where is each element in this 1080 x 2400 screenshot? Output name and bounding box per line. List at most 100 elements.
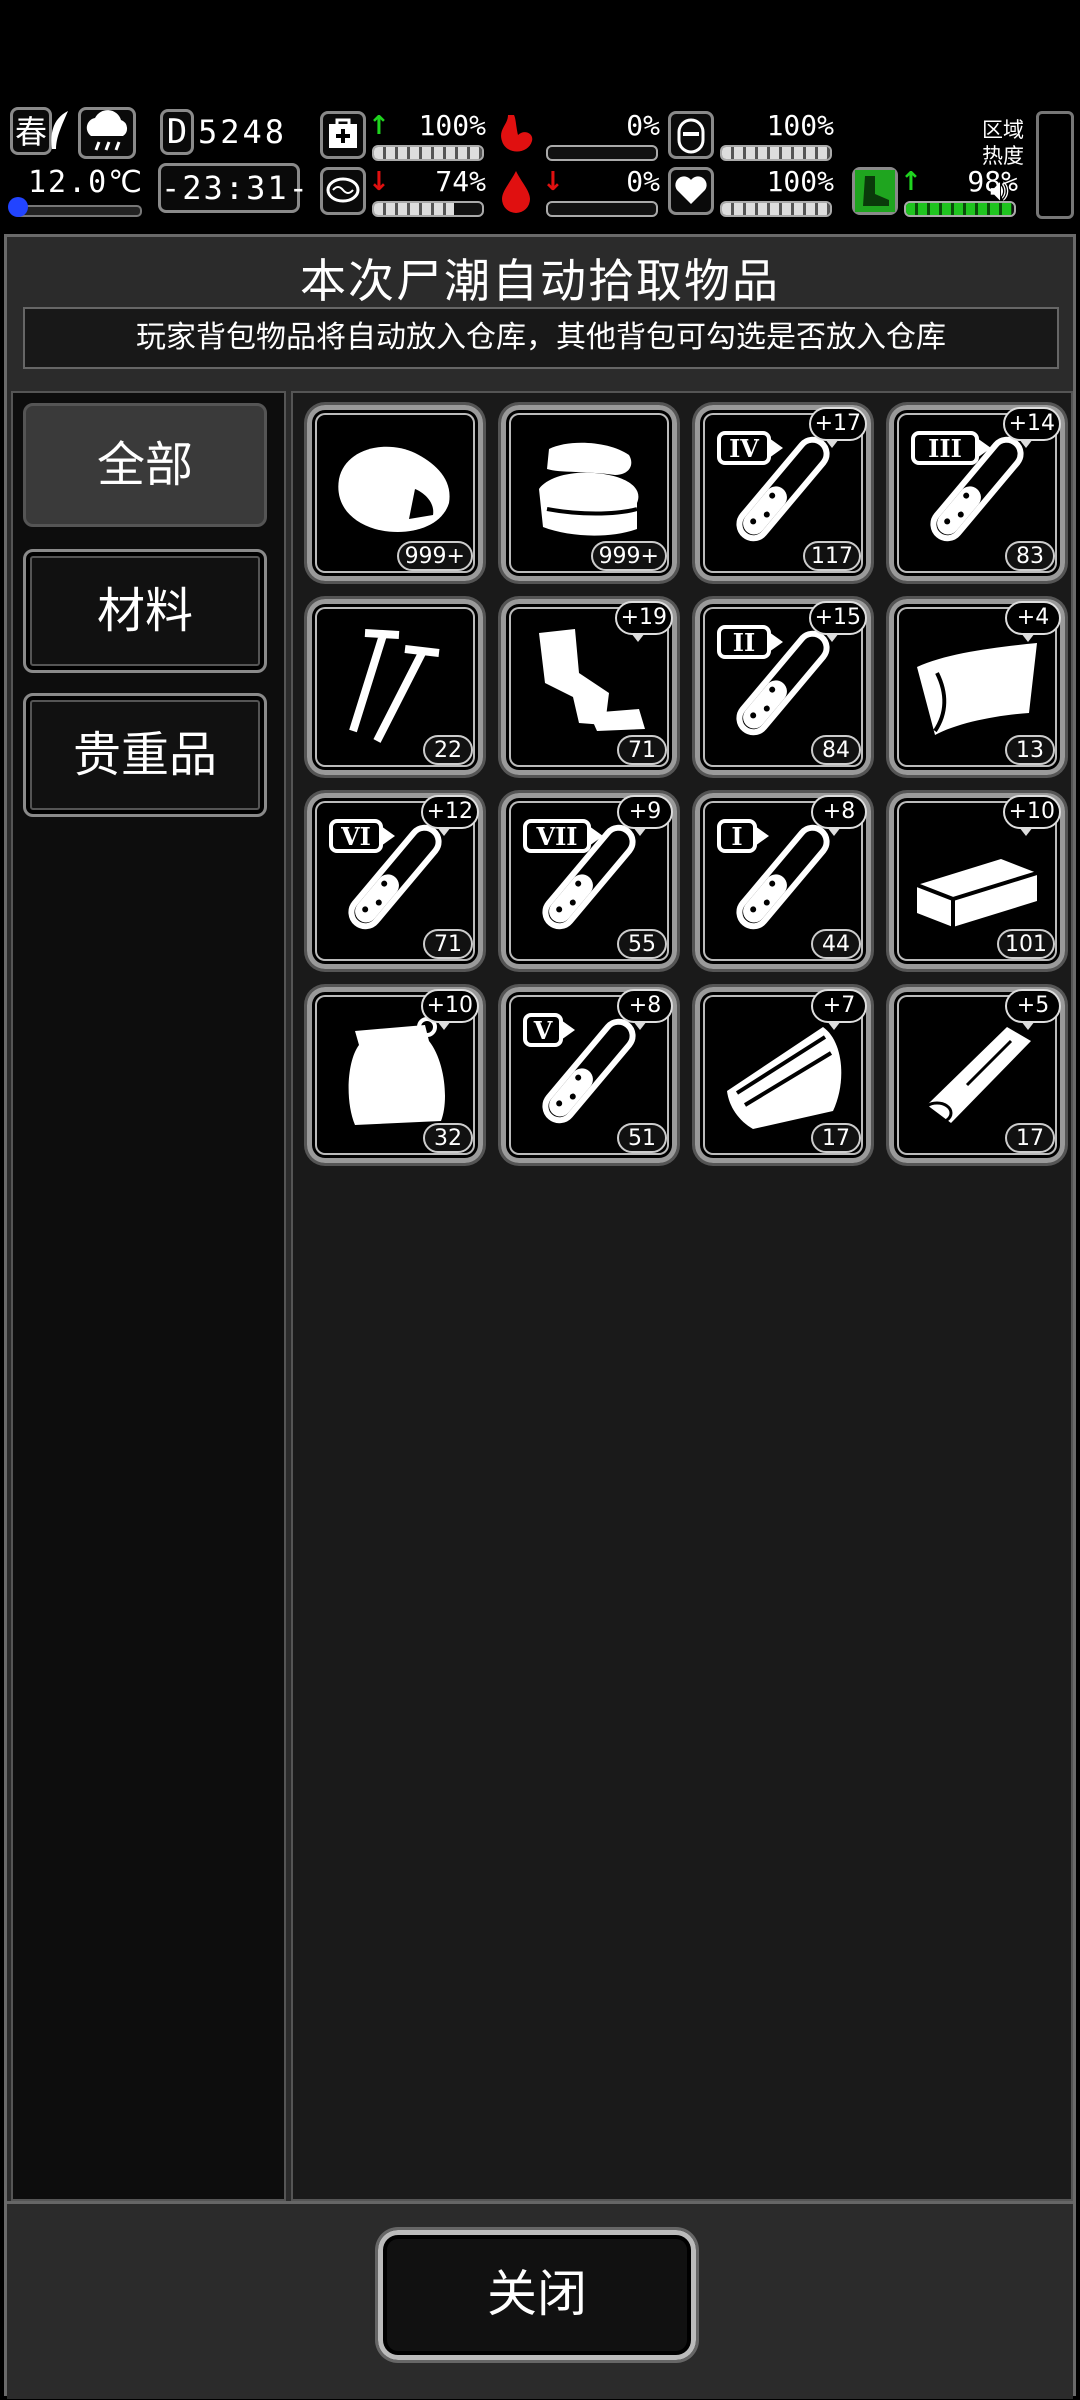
item-slot[interactable]: +5 17 bbox=[889, 987, 1065, 1163]
item-bonus-badge: +14 bbox=[1002, 407, 1061, 448]
item-slot[interactable]: III +14 83 bbox=[889, 405, 1065, 581]
arrow-up-icon: ↑ bbox=[900, 167, 922, 197]
item-grid: 999+ 999+ IV +17 117 III +14 83 22 +19 71 II +15 84 +4… bbox=[291, 391, 1073, 2201]
day-counter: 5248 bbox=[198, 113, 288, 151]
item-count-badge: 17 bbox=[811, 1123, 861, 1153]
brain-stat: ↓ 74% bbox=[320, 165, 490, 219]
item-slot[interactable]: +10 32 bbox=[307, 987, 483, 1163]
item-bonus-badge: +10 bbox=[420, 989, 479, 1030]
shield-percent: 100% bbox=[766, 109, 834, 142]
heat-label: 热度 bbox=[982, 144, 1024, 168]
item-count-badge: 71 bbox=[617, 735, 667, 765]
item-count-badge: 51 bbox=[617, 1123, 667, 1153]
item-count-badge: 101 bbox=[997, 929, 1055, 959]
item-count-badge: 999+ bbox=[590, 541, 667, 571]
item-count-badge: 117 bbox=[803, 541, 861, 571]
item-bonus-badge: +19 bbox=[614, 601, 673, 642]
item-count-badge: 17 bbox=[1005, 1123, 1055, 1153]
item-bonus-badge: +8 bbox=[811, 795, 867, 836]
arrow-up-icon: ↑ bbox=[368, 111, 390, 141]
item-count-badge: 83 bbox=[1005, 541, 1055, 571]
item-count-badge: 84 bbox=[811, 735, 861, 765]
svg-text:IV: IV bbox=[729, 434, 759, 463]
feather-icon bbox=[48, 109, 72, 153]
auto-pickup-dialog: 本次尸潮自动拾取物品 玩家背包物品将自动放入仓库，其他背包可勾选是否放入仓库 全… bbox=[4, 234, 1076, 2399]
blood-stat: ↓ 0% bbox=[494, 165, 664, 219]
svg-text:VI: VI bbox=[340, 822, 371, 851]
stomach-stat: 0% bbox=[494, 109, 664, 163]
health-percent: 100% bbox=[418, 109, 486, 142]
arrow-down-icon: ↓ bbox=[542, 167, 564, 197]
item-count-badge: 13 bbox=[1005, 735, 1055, 765]
category-sidebar: 全部 材料 贵重品 bbox=[11, 391, 286, 2201]
item-slot[interactable]: +7 17 bbox=[695, 987, 871, 1163]
item-count-badge: 44 bbox=[811, 929, 861, 959]
item-bonus-badge: +12 bbox=[420, 795, 479, 836]
status-hud: 春 12.0℃ D 5248 -23:31- ↑ 100% 0% 100% ↓ 74% ↓ 0… bbox=[0, 105, 1080, 223]
item-slot[interactable]: IV +17 117 bbox=[695, 405, 871, 581]
shield-bar bbox=[720, 145, 832, 161]
brain-icon bbox=[320, 167, 366, 215]
stomach-percent: 0% bbox=[626, 109, 660, 142]
heart-percent: 100% bbox=[766, 165, 834, 198]
dialog-title: 本次尸潮自动拾取物品 bbox=[300, 254, 780, 308]
item-count-badge: 55 bbox=[617, 929, 667, 959]
item-slot[interactable]: 22 bbox=[307, 599, 483, 775]
item-bonus-badge: +5 bbox=[1005, 989, 1061, 1030]
item-count-badge: 999+ bbox=[396, 541, 473, 571]
dialog-subtitle: 玩家背包物品将自动放入仓库，其他背包可勾选是否放入仓库 bbox=[23, 307, 1059, 369]
item-count-badge: 22 bbox=[423, 735, 473, 765]
svg-text:VII: VII bbox=[535, 822, 577, 851]
stomach-icon bbox=[494, 111, 540, 159]
region-heat-meter bbox=[1036, 111, 1074, 219]
item-slot[interactable]: VII +9 55 bbox=[501, 793, 677, 969]
svg-text:V: V bbox=[533, 1016, 553, 1045]
item-slot[interactable]: 999+ bbox=[501, 405, 677, 581]
item-count-badge: 71 bbox=[423, 929, 473, 959]
brain-bar bbox=[372, 201, 484, 217]
svg-text:III: III bbox=[928, 434, 962, 463]
item-slot[interactable]: I +8 44 bbox=[695, 793, 871, 969]
temperature-readout: 12.0℃ bbox=[28, 165, 144, 200]
health-stat: ↑ 100% bbox=[320, 109, 490, 163]
region-heat-label: 区域 热度 bbox=[982, 117, 1024, 169]
item-slot[interactable]: VI +12 71 bbox=[307, 793, 483, 969]
clock: -23:31- bbox=[158, 163, 308, 213]
item-bonus-badge: +15 bbox=[808, 601, 867, 642]
tab-valuables[interactable]: 贵重品 bbox=[23, 693, 267, 817]
blood-percent: 0% bbox=[626, 165, 660, 198]
blood-bar bbox=[546, 201, 658, 217]
item-count-badge: 32 bbox=[423, 1123, 473, 1153]
day-prefix: D bbox=[160, 109, 194, 155]
item-bonus-badge: +10 bbox=[1002, 795, 1061, 836]
item-slot[interactable]: +19 71 bbox=[501, 599, 677, 775]
stomach-bar bbox=[546, 145, 658, 161]
item-bonus-badge: +8 bbox=[617, 989, 673, 1030]
heart-stat: 100% bbox=[668, 165, 838, 219]
brain-percent: 74% bbox=[435, 165, 486, 198]
health-icon bbox=[320, 111, 366, 159]
item-bonus-badge: +9 bbox=[617, 795, 673, 836]
tab-materials[interactable]: 材料 bbox=[23, 549, 267, 673]
item-slot[interactable]: +4 13 bbox=[889, 599, 1065, 775]
region-label: 区域 bbox=[982, 118, 1024, 142]
item-slot[interactable]: +10 101 bbox=[889, 793, 1065, 969]
close-button[interactable]: 关闭 bbox=[378, 2230, 696, 2360]
health-bar bbox=[372, 145, 484, 161]
item-slot[interactable]: II +15 84 bbox=[695, 599, 871, 775]
blood-icon bbox=[494, 167, 540, 215]
svg-text:I: I bbox=[731, 822, 742, 851]
season-badge: 春 bbox=[10, 107, 52, 155]
item-slot[interactable]: 999+ bbox=[307, 405, 483, 581]
weather-rain-icon bbox=[78, 107, 136, 159]
item-slot[interactable]: V +8 51 bbox=[501, 987, 677, 1163]
stamina-icon bbox=[852, 167, 898, 215]
shield-stat: 100% bbox=[668, 109, 838, 163]
temperature-gauge bbox=[14, 205, 142, 217]
heart-icon bbox=[668, 167, 714, 215]
shield-icon bbox=[668, 111, 714, 159]
speaker-icon[interactable]: 🔊︎ bbox=[990, 173, 1009, 208]
temperature-gauge-knob bbox=[8, 197, 28, 217]
arrow-down-icon: ↓ bbox=[368, 167, 390, 197]
tab-all[interactable]: 全部 bbox=[23, 403, 267, 527]
